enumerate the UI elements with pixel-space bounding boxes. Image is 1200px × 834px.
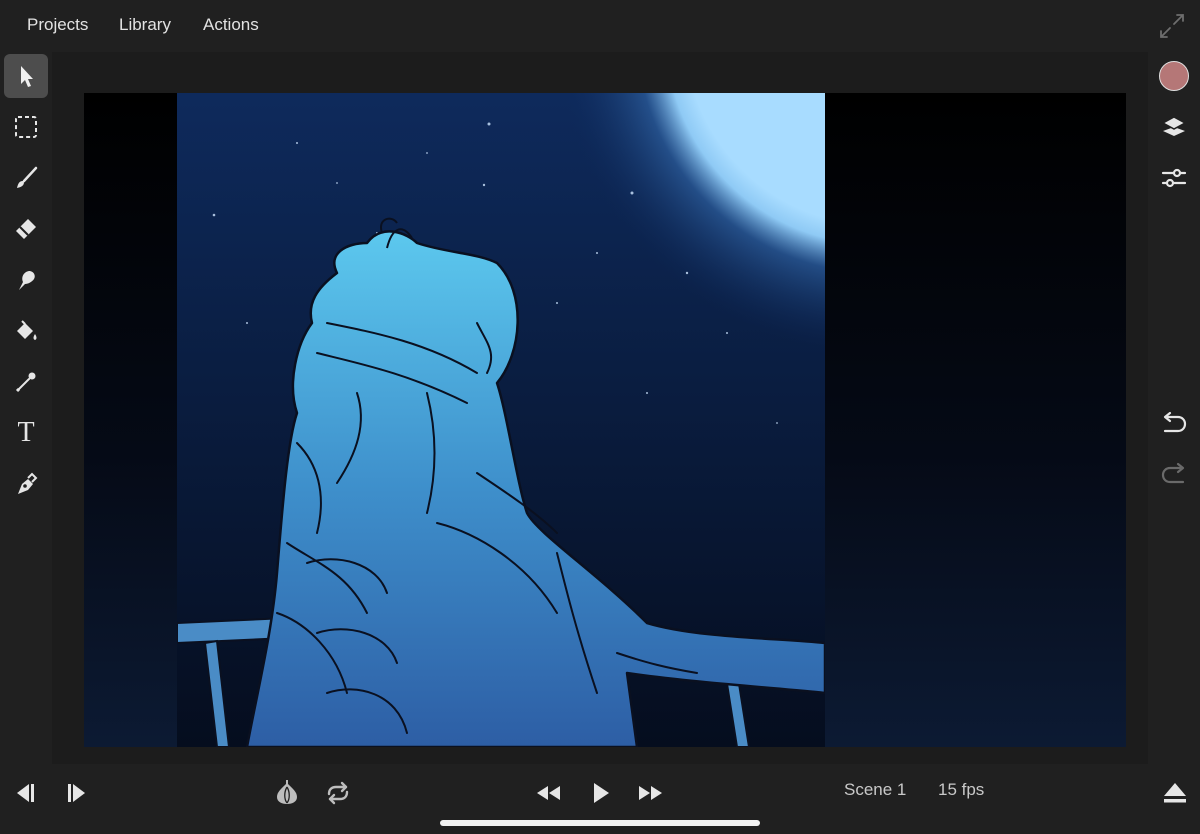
- expand-icon[interactable]: [1158, 12, 1186, 40]
- onion-icon: [277, 780, 297, 804]
- adjustments-button[interactable]: [1154, 158, 1194, 198]
- rewind-button[interactable]: [531, 776, 565, 810]
- play-button[interactable]: [583, 776, 617, 810]
- dashed-rectangle-icon: [15, 116, 37, 138]
- onion-skin-button[interactable]: [270, 776, 304, 810]
- eyedropper-icon: [15, 372, 36, 393]
- step-forward-icon: [68, 784, 85, 802]
- rewind-icon: [537, 786, 560, 800]
- playback-bar: Scene 1 15 fps: [0, 764, 1200, 834]
- select-tool-button[interactable]: [4, 54, 48, 98]
- brush-icon: [17, 166, 38, 188]
- tool-sidebar: T: [0, 52, 52, 764]
- pen-nib-icon: [18, 472, 38, 494]
- loop-button[interactable]: [321, 776, 355, 810]
- top-menu-bar: Projects Library Actions: [0, 0, 1200, 52]
- fill-tool-button[interactable]: [4, 309, 48, 353]
- color-swatch: [1159, 61, 1189, 91]
- loop-icon: [327, 781, 349, 805]
- step-back-icon: [17, 784, 34, 802]
- smudge-tool-button[interactable]: [4, 258, 48, 302]
- color-swatch-button[interactable]: [1154, 56, 1194, 96]
- redo-button[interactable]: [1154, 455, 1194, 495]
- fast-forward-button[interactable]: [634, 776, 668, 810]
- pen-tool-button[interactable]: [4, 462, 48, 506]
- artwork-illustration[interactable]: [177, 93, 825, 747]
- paint-bucket-icon: [17, 320, 37, 340]
- previous-frame-button[interactable]: [8, 776, 42, 810]
- eraser-tool-button[interactable]: [4, 207, 48, 251]
- eyedropper-tool-button[interactable]: [4, 360, 48, 404]
- fps-label[interactable]: 15 fps: [938, 780, 984, 800]
- layers-icon: [1161, 116, 1187, 136]
- sliders-icon: [1161, 168, 1187, 188]
- canvas-area[interactable]: [52, 52, 1148, 764]
- eject-icon: [1164, 783, 1186, 803]
- brush-tool-button[interactable]: [4, 156, 48, 200]
- layers-button[interactable]: [1154, 107, 1194, 147]
- fast-forward-icon: [639, 786, 662, 800]
- stage[interactable]: [84, 93, 1126, 747]
- undo-icon: [1163, 411, 1187, 433]
- next-frame-button[interactable]: [60, 776, 94, 810]
- menu-actions[interactable]: Actions: [203, 15, 259, 35]
- scene-label[interactable]: Scene 1: [844, 780, 906, 800]
- marquee-select-button[interactable]: [4, 105, 48, 149]
- menu-projects[interactable]: Projects: [27, 15, 88, 35]
- timeline-toggle-button[interactable]: [1158, 776, 1192, 810]
- undo-button[interactable]: [1154, 404, 1194, 444]
- right-panel: [1148, 52, 1200, 764]
- eraser-icon: [16, 219, 36, 239]
- home-indicator: [440, 820, 760, 826]
- smudge-finger-icon: [19, 271, 35, 290]
- text-tool-button[interactable]: T: [4, 411, 48, 455]
- text-icon: T: [17, 417, 35, 448]
- arrow-pointer-icon: [21, 66, 33, 87]
- play-icon: [594, 783, 609, 803]
- menu-library[interactable]: Library: [119, 15, 171, 35]
- redo-icon: [1161, 462, 1185, 484]
